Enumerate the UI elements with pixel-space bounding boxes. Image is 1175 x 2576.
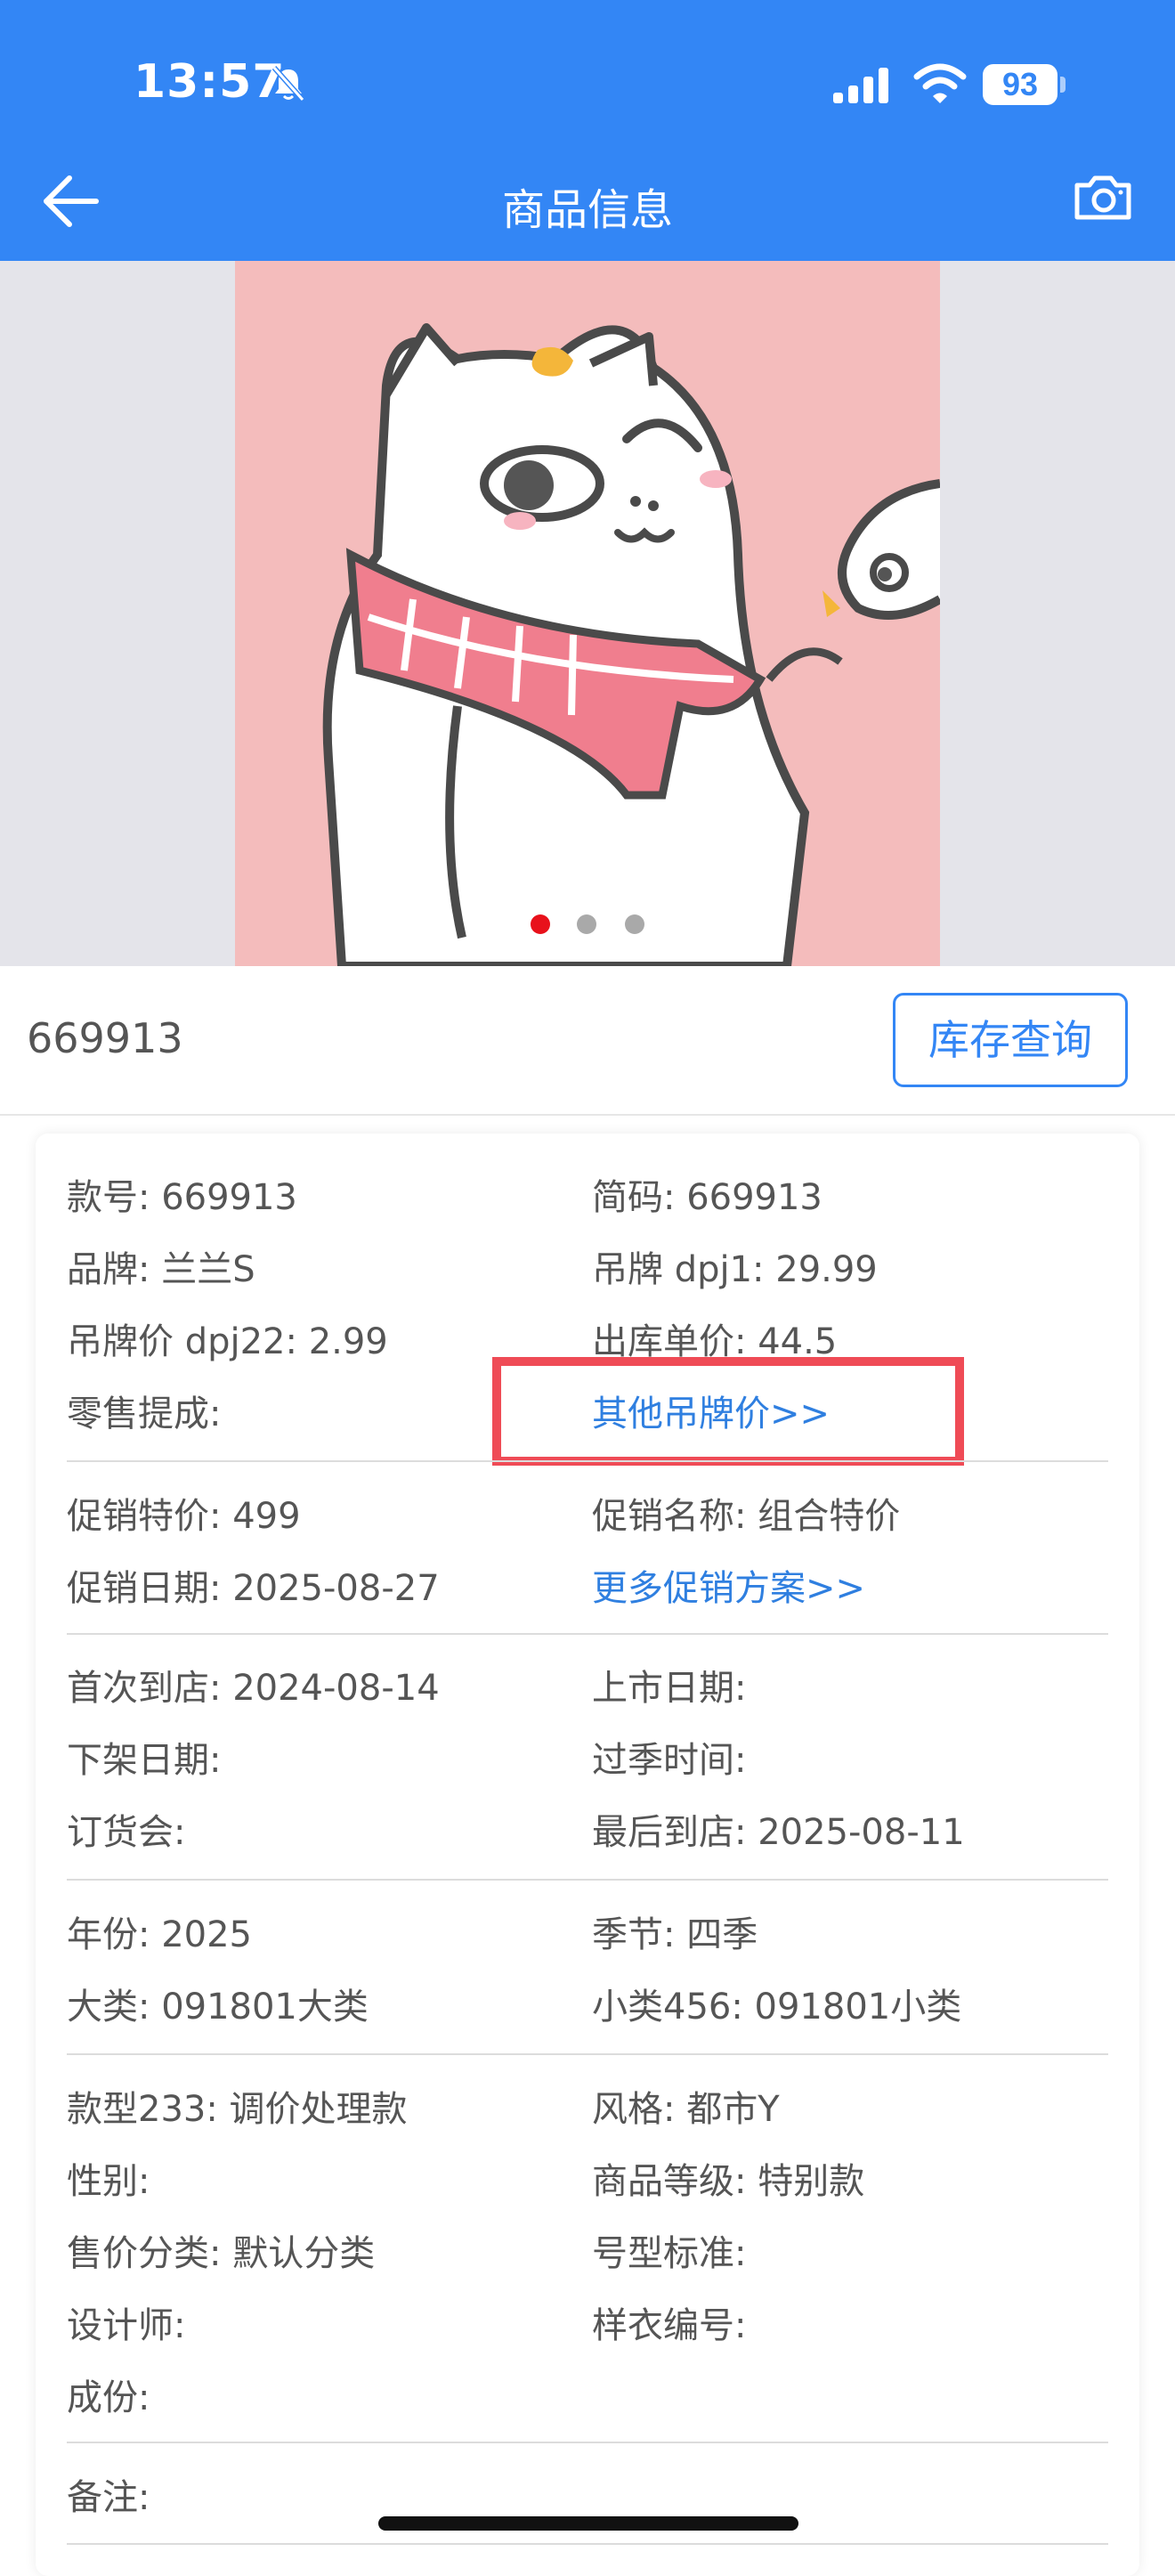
field-style: 风格: 都市Y [592,2089,780,2130]
page-title: 商品信息 [501,185,673,235]
camera-icon[interactable] [1072,171,1134,224]
section-divider [67,1879,1108,1881]
field-short-code: 简码: 669913 [592,1177,822,1218]
field-product-grade: 商品等级: 特别款 [592,2161,865,2202]
more-promotions-link[interactable]: 更多促销方案>> [592,1559,865,1611]
carousel-dot-3[interactable] [625,914,644,934]
style-number-row: 669913 库存查询 [0,966,1175,1116]
field-brand: 品牌: 兰兰S [67,1249,255,1290]
field-subcategory: 小类456: 091801小类 [592,1987,962,2027]
style-number: 669913 [27,1014,183,1062]
field-order-fair: 订货会: [67,1812,186,1853]
app-header: 13:57 93 商品信息 [0,0,1175,261]
section-divider [67,1460,1108,1462]
field-sample-no: 样衣编号: [592,2305,747,2346]
product-image[interactable] [235,261,940,966]
status-time: 13:57 [134,55,286,109]
field-promo-price: 促销特价: 499 [67,1496,301,1537]
cellular-signal-icon [833,68,888,103]
stock-query-button[interactable]: 库存查询 [893,993,1128,1087]
field-style-no: 款号: 669913 [67,1177,297,1218]
home-indicator[interactable] [378,2516,798,2531]
field-last-arrival: 最后到店: 2025-08-11 [592,1812,965,1853]
field-year: 年份: 2025 [67,1914,252,1955]
field-delist-date: 下架日期: [67,1740,222,1781]
field-promo-name: 促销名称: 组合特价 [592,1496,901,1537]
field-off-season-time: 过季时间: [592,1740,747,1781]
field-promo-date: 促销日期: 2025-08-27 [67,1568,440,1609]
field-remarks: 备注: [67,2477,150,2518]
field-retail-commission: 零售提成: [67,1394,222,1434]
carousel-dot-2[interactable] [577,914,596,934]
field-tag-dpj1: 吊牌 dpj1: 29.99 [592,1249,878,1290]
field-first-arrival: 首次到店: 2024-08-14 [67,1668,440,1709]
section-divider [67,2543,1108,2545]
bell-muted-icon [271,66,305,102]
product-image-carousel[interactable] [0,261,1175,966]
field-category: 大类: 091801大类 [67,1987,369,2027]
section-divider [67,2053,1108,2055]
field-model-type: 款型233: 调价处理款 [67,2089,408,2130]
battery-indicator: 93 [983,64,1058,105]
field-launch-date: 上市日期: [592,1668,747,1709]
field-season: 季节: 四季 [592,1914,758,1955]
highlight-annotation-box [492,1357,964,1466]
field-price-category: 售价分类: 默认分类 [67,2233,376,2274]
field-size-standard: 号型标准: [592,2233,747,2274]
field-gender: 性别: [67,2161,150,2202]
field-tag-price-dpj22: 吊牌价 dpj22: 2.99 [67,1321,388,1362]
field-composition: 成份: [67,2377,150,2418]
section-divider [67,1633,1108,1635]
field-designer: 设计师: [67,2305,186,2346]
wifi-icon [913,63,967,103]
battery-tip [1060,77,1066,93]
carousel-dot-1[interactable] [531,914,550,934]
section-divider [67,2442,1108,2443]
